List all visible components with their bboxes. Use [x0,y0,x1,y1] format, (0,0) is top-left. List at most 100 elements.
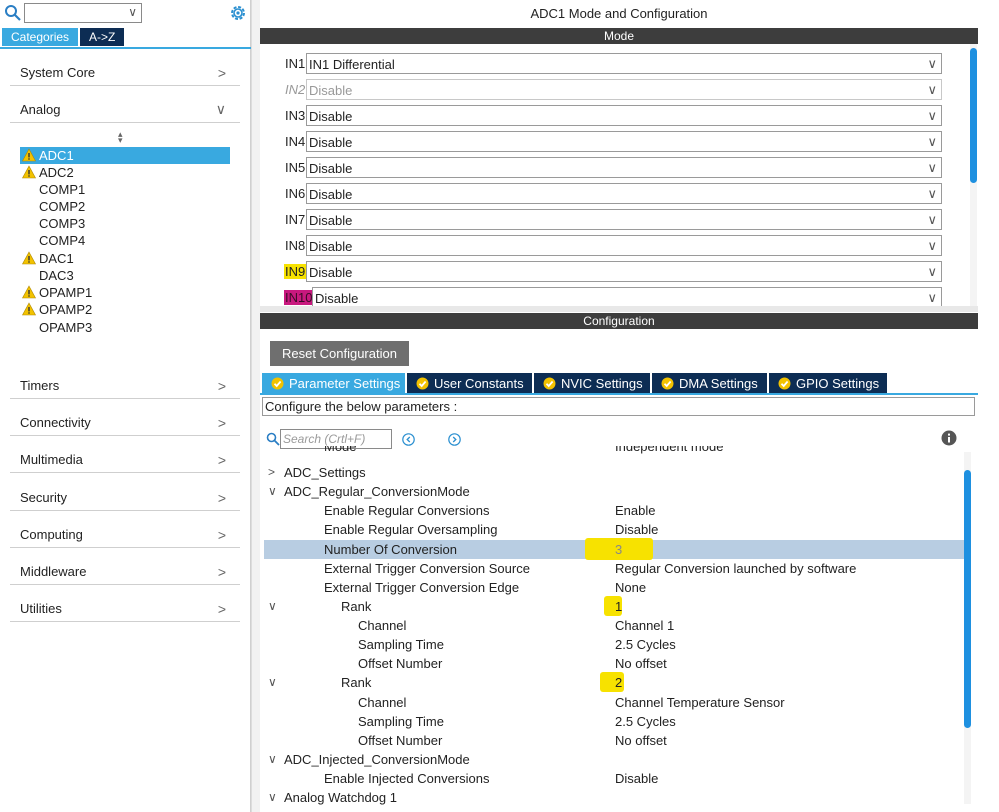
param-row[interactable]: Channel Channel Temperature Sensor [264,693,964,712]
peripheral-item-comp2[interactable]: COMP2 [20,198,230,215]
category-utilities[interactable]: Utilities > [10,585,240,622]
category-search-row: ∨ [4,3,249,23]
category-label: Middleware [20,564,87,579]
peripheral-item-opamp1[interactable]: OPAMP1 [20,284,230,301]
peripheral-item-adc2[interactable]: ADC2 [20,164,230,181]
param-group-adc-settings[interactable]: > ADC_Settings [264,463,964,482]
warning-icon [22,251,36,265]
param-row-selected[interactable]: Number Of Conversion 3 [264,538,964,560]
peripheral-item-dac1[interactable]: DAC1 [20,250,230,267]
tab-categories[interactable]: Categories [2,28,79,46]
tab-parameter-settings[interactable]: Parameter Settings [262,373,405,394]
category-multimedia[interactable]: Multimedia > [10,436,240,473]
peripheral-item-adc1[interactable]: ADC1 [20,147,230,164]
mode-select[interactable]: Disable ∨ [306,261,942,282]
sort-icon[interactable]: ▴ ▾ [118,130,123,145]
peripheral-label: COMP4 [39,233,86,248]
search-icon [266,432,280,446]
mode-select[interactable]: Disable ∨ [306,105,942,126]
mode-panel: IN1 IN1 Differential ∨ IN2 Disable ∨ IN3 D… [260,44,978,306]
param-value: Enable [615,503,656,518]
mode-scrollbar[interactable] [970,48,977,183]
gear-icon[interactable] [228,3,248,23]
peripheral-label: OPAMP2 [39,302,93,317]
mode-row-in4: IN4 Disable ∨ [260,131,950,153]
param-row[interactable]: Sampling Time 2.5 Cycles [264,635,964,654]
category-security[interactable]: Security > [10,474,240,511]
chevron-down-icon: ∨ [927,160,937,175]
peripheral-label: COMP1 [39,182,86,197]
param-group-regular-conversion[interactable]: ∨ ADC_Regular_ConversionMode [264,482,964,501]
tab-gpio-settings[interactable]: GPIO Settings [769,373,887,394]
tab-a-to-z[interactable]: A->Z [80,28,125,46]
param-row[interactable]: Enable Regular Conversions Enable [264,501,964,520]
mode-select[interactable]: Disable ∨ [306,131,942,152]
mode-select[interactable]: Disable ∨ [306,183,942,204]
category-middleware[interactable]: Middleware > [10,548,240,585]
mode-label: IN9 [284,264,307,279]
param-group-analog-watchdog-1[interactable]: ∨ Analog Watchdog 1 [264,788,964,807]
prev-circle-icon[interactable] [402,433,415,446]
tab-user-constants[interactable]: User Constants [407,373,532,394]
chevron-right-icon: > [217,415,226,431]
tab-label: Parameter Settings [289,376,401,391]
tab-nvic-settings[interactable]: NVIC Settings [534,373,650,394]
tab-label: DMA Settings [679,376,758,391]
mode-select[interactable]: IN1 Differential ∨ [306,53,942,74]
peripheral-item-comp4[interactable]: COMP4 [20,232,230,249]
chevron-down-icon[interactable]: ∨ [268,482,277,501]
param-row-mode[interactable]: Mode Independent mode [264,446,964,458]
peripheral-item-opamp2[interactable]: OPAMP2 [20,301,230,318]
mode-label: IN10 [284,290,314,305]
chevron-down-icon: ∨ [927,290,937,305]
param-name: Channel [358,695,407,710]
category-timers[interactable]: Timers > [10,362,240,399]
reset-configuration-button[interactable]: Reset Configuration [270,341,409,366]
param-row[interactable]: Sampling Time 2.5 Cycles [264,712,964,731]
category-computing[interactable]: Computing > [10,511,240,548]
category-system-core[interactable]: System Core > [10,49,240,86]
tab-dma-settings[interactable]: DMA Settings [652,373,767,394]
param-row[interactable]: Channel Channel 1 [264,616,964,635]
info-icon[interactable] [941,430,957,446]
mode-select-value: Disable [309,83,353,98]
chevron-down-icon[interactable]: ∨ [268,788,277,807]
category-connectivity[interactable]: Connectivity > [10,399,240,436]
param-row[interactable]: Offset Number No offset [264,654,964,673]
mode-select[interactable]: Disable ∨ [306,209,942,230]
peripheral-item-comp3[interactable]: COMP3 [20,215,230,232]
peripheral-item-comp1[interactable]: COMP1 [20,181,230,198]
peripheral-item-opamp3[interactable]: OPAMP3 [20,319,230,336]
peripheral-item-dac3[interactable]: DAC3 [20,267,230,284]
category-label: Connectivity [20,415,91,430]
param-row[interactable]: External Trigger Conversion Edge None [264,578,964,597]
next-circle-icon[interactable] [448,433,461,446]
chevron-down-icon[interactable]: ∨ [128,5,137,19]
param-group-rank-2[interactable]: ∨ Rank 2 [264,672,964,692]
chevron-down-icon[interactable]: ∨ [268,673,277,692]
param-name: Sampling Time [358,637,444,652]
param-row[interactable]: Enable Regular Oversampling Disable [264,520,964,539]
chevron-right-icon[interactable]: > [268,463,275,482]
param-scrollbar[interactable] [964,470,971,728]
chevron-down-icon[interactable]: ∨ [268,597,277,616]
param-row[interactable]: Enable Injected Conversions Disable [264,769,964,788]
mode-select[interactable]: Disable ∨ [306,157,942,178]
chevron-down-icon[interactable]: ∨ [268,750,277,769]
param-row[interactable]: Offset Number No offset [264,731,964,750]
mode-label: IN4 [285,134,306,149]
category-analog[interactable]: Analog ∨ [10,86,240,123]
category-label: System Core [20,65,96,80]
section-splitter[interactable] [260,306,978,312]
category-search-combo[interactable]: ∨ [24,3,142,23]
param-name: Offset Number [358,656,443,671]
param-group-rank-1[interactable]: ∨ Rank 1 [264,596,964,616]
search-icon[interactable] [4,4,22,22]
category-view-tabs: Categories A->Z [2,28,125,46]
param-row[interactable]: External Trigger Conversion Source Regul… [264,559,964,578]
mode-select[interactable]: Disable ∨ [306,235,942,256]
mode-select[interactable]: Disable ∨ [312,287,942,306]
tab-label: User Constants [434,376,524,391]
param-group-injected-conversion[interactable]: ∨ ADC_Injected_ConversionMode [264,750,964,769]
panel-splitter[interactable] [251,0,260,812]
